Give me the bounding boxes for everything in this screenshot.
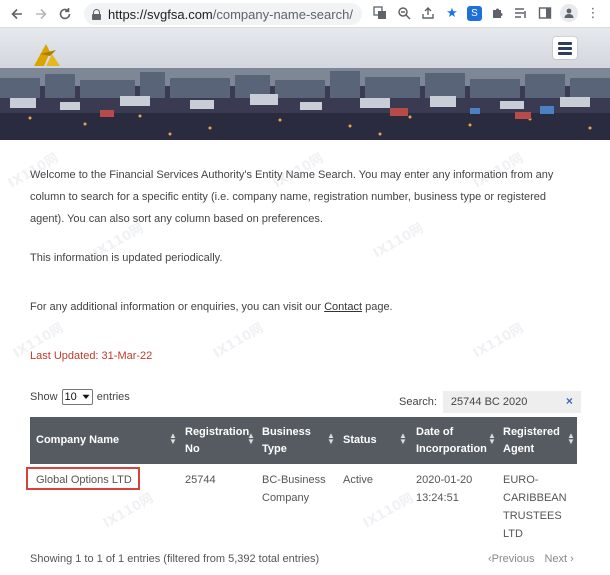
browser-toolbar: https://svgfsa.com/company-name-search/ … (0, 0, 610, 28)
zoom-icon[interactable] (395, 4, 413, 22)
search-value: 25744 BC 2020 (450, 396, 528, 408)
next-page-button[interactable]: Next › (544, 553, 573, 565)
cell-line: LTD (503, 528, 523, 540)
hero-banner (0, 28, 610, 140)
updated-note: This information is updated periodically… (30, 252, 223, 264)
cell-status: Active (343, 474, 373, 486)
hamburger-menu-icon (558, 41, 572, 45)
header-label: Company Name (36, 434, 120, 446)
watermark: IX110网 (210, 320, 267, 362)
search-label: Search: (399, 396, 437, 408)
column-header-date-of-incorporation[interactable]: Date of Incorporation (416, 417, 498, 464)
intro-paragraph: Welcome to the Financial Services Author… (30, 164, 586, 230)
cell-line: BC-Business (262, 474, 326, 486)
cell-line: 13:24:51 (416, 492, 459, 504)
previous-label: Previous (491, 553, 535, 565)
header-label: Date of (416, 425, 454, 438)
header-label: Status (343, 434, 377, 446)
cell-date-of-incorporation: 2020-01-20 13:24:51 (416, 471, 472, 507)
column-header-registration-no[interactable]: Registration No (185, 417, 255, 464)
header-label: No (185, 442, 200, 455)
fsa-logo-icon[interactable] (30, 38, 70, 68)
sort-icon[interactable]: ▲ ▼ (247, 432, 255, 446)
search-control: Search: 25744 BC 2020 × (399, 391, 581, 413)
browser-actions: ★ S ⋮ (371, 4, 602, 22)
cell-registration-no: 25744 (185, 474, 216, 486)
cell-line: TRUSTEES (503, 510, 562, 522)
entries-label: entries (96, 391, 130, 403)
puzzle-icon[interactable] (488, 4, 506, 22)
column-header-registered-agent[interactable]: Registered Agent (503, 417, 571, 464)
reload-button[interactable] (54, 3, 76, 25)
share-icon[interactable] (419, 4, 437, 22)
show-label: Show (30, 391, 58, 403)
search-input[interactable]: 25744 BC 2020 × (442, 391, 581, 413)
url-host: https://svgfsa.com (108, 6, 213, 22)
city-skyline-image (0, 68, 610, 140)
sort-icon[interactable]: ▲ ▼ (399, 432, 407, 446)
intro-line: Welcome to the Financial Services Author… (30, 169, 554, 181)
header-label: Type (262, 442, 287, 455)
contact-suffix: page. (362, 301, 393, 313)
header-label: Agent (503, 442, 535, 455)
intro-line: agent). You can also sort any column bas… (30, 213, 323, 225)
next-label: Next (544, 553, 568, 565)
sort-icon[interactable]: ▲ ▼ (567, 432, 575, 446)
last-updated-label: Last Updated: 31-Mar-22 (30, 350, 153, 362)
translate-icon[interactable] (371, 4, 389, 22)
header-label: Incorporation (416, 442, 487, 455)
profile-avatar-icon[interactable] (560, 4, 578, 22)
watermark: IX110网 (470, 320, 527, 362)
contact-link[interactable]: Contact (324, 301, 362, 313)
lock-icon (92, 8, 101, 20)
cell-line: Company (262, 492, 310, 504)
pagination: ‹Previous Next › (488, 553, 574, 565)
url-path: /company-name-search/ (212, 6, 353, 22)
more-options-icon[interactable]: ⋮ (584, 4, 602, 22)
address-bar[interactable]: https://svgfsa.com/company-name-search/ (84, 3, 362, 25)
intro-line: column to search for a specific entity (… (30, 191, 547, 203)
table-header: Company Name ▲ ▼ Registration No ▲ ▼ Busine… (30, 417, 577, 464)
table-info: Showing 1 to 1 of 1 entries (filtered fr… (30, 553, 320, 565)
sort-icon[interactable]: ▲ ▼ (488, 432, 496, 446)
cell-line: EURO- (503, 474, 539, 486)
column-header-status[interactable]: Status (343, 417, 403, 464)
clear-search-icon[interactable]: × (566, 394, 573, 408)
hamburger-menu-button[interactable] (553, 37, 577, 59)
arrow-left-icon (11, 8, 22, 20)
cell-registered-agent: EURO- CARIBBEAN TRUSTEES LTD (503, 471, 567, 543)
contact-prefix: For any additional information or enquir… (30, 301, 325, 313)
previous-page-button[interactable]: ‹Previous (488, 553, 534, 565)
extension-icon[interactable]: S (467, 5, 482, 21)
cell-line: CARIBBEAN (503, 492, 567, 504)
reading-list-icon[interactable] (512, 4, 530, 22)
header-label: Registration (185, 425, 250, 438)
arrow-right-icon (36, 8, 47, 20)
reload-icon (59, 8, 71, 20)
chevron-down-icon (82, 394, 90, 399)
show-entries-control: Show 10 entries (30, 389, 130, 405)
column-header-company-name[interactable]: Company Name (36, 417, 176, 464)
sort-icon[interactable]: ▲ ▼ (169, 432, 177, 446)
back-button[interactable] (6, 3, 28, 25)
cell-line: 2020-01-20 (416, 474, 473, 486)
entries-value: 10 (64, 391, 77, 403)
header-label: Registered (503, 425, 560, 438)
cell-business-type: BC-Business Company (262, 471, 326, 507)
header-label: Business (262, 425, 311, 438)
entries-select[interactable]: 10 (61, 389, 93, 405)
side-panel-icon[interactable] (536, 4, 554, 22)
highlight-box (26, 467, 140, 490)
sort-icon[interactable]: ▲ ▼ (327, 432, 335, 446)
bookmark-star-icon[interactable]: ★ (443, 4, 461, 22)
column-header-business-type[interactable]: Business Type (262, 417, 332, 464)
forward-button[interactable] (30, 3, 52, 25)
contact-paragraph: For any additional information or enquir… (30, 301, 393, 313)
